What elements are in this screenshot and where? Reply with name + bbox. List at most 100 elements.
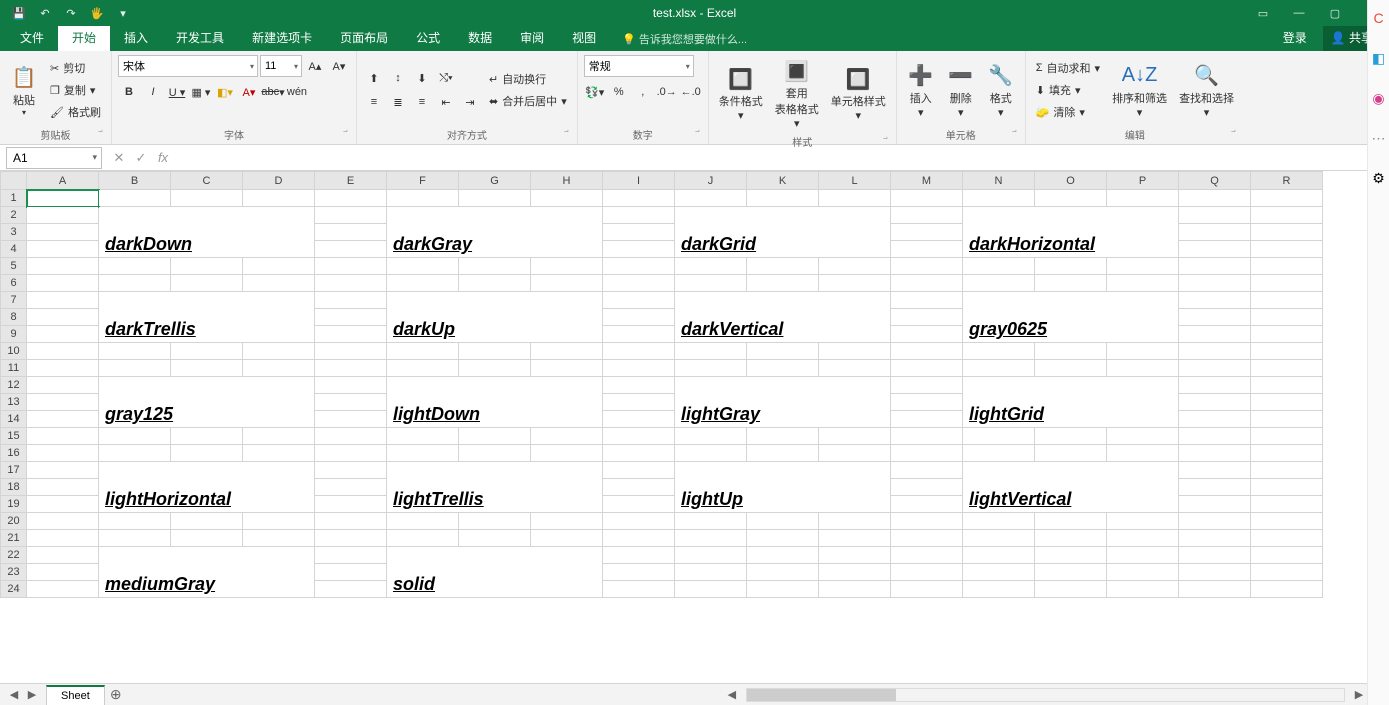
cell[interactable] bbox=[99, 530, 171, 547]
cell[interactable] bbox=[459, 258, 531, 275]
cell[interactable] bbox=[747, 428, 819, 445]
cell[interactable] bbox=[27, 377, 99, 394]
cell[interactable] bbox=[891, 207, 963, 224]
pattern-cell-lightDown[interactable]: lightDown bbox=[387, 377, 603, 428]
cell[interactable] bbox=[1251, 445, 1323, 462]
cell[interactable] bbox=[1035, 190, 1107, 207]
cell[interactable] bbox=[1251, 224, 1323, 241]
cell[interactable] bbox=[315, 496, 387, 513]
cell[interactable] bbox=[603, 428, 675, 445]
outdent-icon[interactable]: ⇤ bbox=[435, 91, 457, 113]
cell[interactable] bbox=[675, 547, 747, 564]
row-header[interactable]: 14 bbox=[1, 411, 27, 428]
cell[interactable] bbox=[819, 428, 891, 445]
app-icon[interactable]: ◉ bbox=[1370, 90, 1388, 108]
cell[interactable] bbox=[819, 258, 891, 275]
pattern-cell-darkTrellis[interactable]: darkTrellis bbox=[99, 292, 315, 343]
row-header[interactable]: 19 bbox=[1, 496, 27, 513]
cell[interactable] bbox=[675, 513, 747, 530]
cell[interactable] bbox=[963, 530, 1035, 547]
sort-filter-button[interactable]: A↓Z排序和筛选▾ bbox=[1108, 60, 1171, 121]
col-header[interactable]: I bbox=[603, 172, 675, 190]
cell[interactable] bbox=[819, 343, 891, 360]
row-header[interactable]: 15 bbox=[1, 428, 27, 445]
cell[interactable] bbox=[459, 190, 531, 207]
tab-file[interactable]: 文件 bbox=[6, 24, 58, 51]
cell[interactable] bbox=[819, 530, 891, 547]
cell[interactable] bbox=[1179, 326, 1251, 343]
cell[interactable] bbox=[891, 360, 963, 377]
cell[interactable] bbox=[603, 496, 675, 513]
col-header[interactable]: L bbox=[819, 172, 891, 190]
cell[interactable] bbox=[1179, 411, 1251, 428]
cell[interactable] bbox=[891, 224, 963, 241]
cell[interactable] bbox=[819, 360, 891, 377]
cell[interactable] bbox=[747, 547, 819, 564]
cell[interactable] bbox=[387, 513, 459, 530]
row-header[interactable]: 4 bbox=[1, 241, 27, 258]
login-button[interactable]: 登录 bbox=[1275, 24, 1315, 51]
cell[interactable] bbox=[27, 530, 99, 547]
ribbon-options-icon[interactable]: ▭ bbox=[1245, 2, 1281, 24]
cell[interactable] bbox=[1251, 462, 1323, 479]
cell[interactable] bbox=[27, 360, 99, 377]
cell[interactable] bbox=[603, 479, 675, 496]
cell[interactable] bbox=[891, 292, 963, 309]
name-box[interactable]: A1 bbox=[6, 147, 102, 169]
cell[interactable] bbox=[315, 394, 387, 411]
cell[interactable] bbox=[315, 343, 387, 360]
cell[interactable] bbox=[1179, 309, 1251, 326]
col-header[interactable]: N bbox=[963, 172, 1035, 190]
cell[interactable] bbox=[459, 275, 531, 292]
cell[interactable] bbox=[315, 241, 387, 258]
undo-icon[interactable]: ↶ bbox=[34, 2, 56, 24]
cell[interactable] bbox=[1251, 394, 1323, 411]
cell[interactable] bbox=[603, 292, 675, 309]
cell[interactable] bbox=[387, 360, 459, 377]
cell[interactable] bbox=[27, 241, 99, 258]
tab-developer[interactable]: 开发工具 bbox=[162, 24, 238, 51]
cell[interactable] bbox=[243, 343, 315, 360]
cell[interactable] bbox=[1179, 513, 1251, 530]
align-bottom-icon[interactable]: ⬇ bbox=[411, 67, 433, 89]
orientation-icon[interactable]: ⤭▾ bbox=[435, 67, 457, 89]
cell[interactable] bbox=[1251, 343, 1323, 360]
app-icon[interactable]: C bbox=[1370, 10, 1388, 28]
cell[interactable] bbox=[387, 343, 459, 360]
row-header[interactable]: 6 bbox=[1, 275, 27, 292]
row-header[interactable]: 17 bbox=[1, 462, 27, 479]
fill-button[interactable]: ⬇ 填充 ▾ bbox=[1032, 80, 1104, 100]
cell[interactable] bbox=[603, 564, 675, 581]
cell[interactable] bbox=[99, 343, 171, 360]
cell[interactable] bbox=[1179, 258, 1251, 275]
row-header[interactable]: 9 bbox=[1, 326, 27, 343]
tab-formula[interactable]: 公式 bbox=[402, 24, 454, 51]
cell[interactable] bbox=[1179, 224, 1251, 241]
cell[interactable] bbox=[1035, 360, 1107, 377]
cell[interactable] bbox=[1251, 513, 1323, 530]
cell[interactable] bbox=[1035, 275, 1107, 292]
cell[interactable] bbox=[531, 190, 603, 207]
cell[interactable] bbox=[963, 258, 1035, 275]
cell[interactable] bbox=[891, 564, 963, 581]
delete-cells-button[interactable]: ➖删除▾ bbox=[943, 60, 979, 121]
cell[interactable] bbox=[603, 530, 675, 547]
row-header[interactable]: 11 bbox=[1, 360, 27, 377]
app-icon[interactable]: ⚙ bbox=[1370, 170, 1388, 188]
phonetic-button[interactable]: wén bbox=[286, 81, 308, 103]
redo-icon[interactable]: ↷ bbox=[60, 2, 82, 24]
cell[interactable] bbox=[459, 360, 531, 377]
cell[interactable] bbox=[99, 360, 171, 377]
cell[interactable] bbox=[315, 224, 387, 241]
pattern-cell-lightGray[interactable]: lightGray bbox=[675, 377, 891, 428]
cell[interactable] bbox=[1035, 258, 1107, 275]
cell[interactable] bbox=[1179, 479, 1251, 496]
cell[interactable] bbox=[891, 411, 963, 428]
cell[interactable] bbox=[315, 547, 387, 564]
cell[interactable] bbox=[963, 581, 1035, 598]
cell[interactable] bbox=[315, 190, 387, 207]
font-color-button[interactable]: A▾ bbox=[238, 81, 260, 103]
cell[interactable] bbox=[891, 258, 963, 275]
row-header[interactable]: 3 bbox=[1, 224, 27, 241]
row-header[interactable]: 5 bbox=[1, 258, 27, 275]
